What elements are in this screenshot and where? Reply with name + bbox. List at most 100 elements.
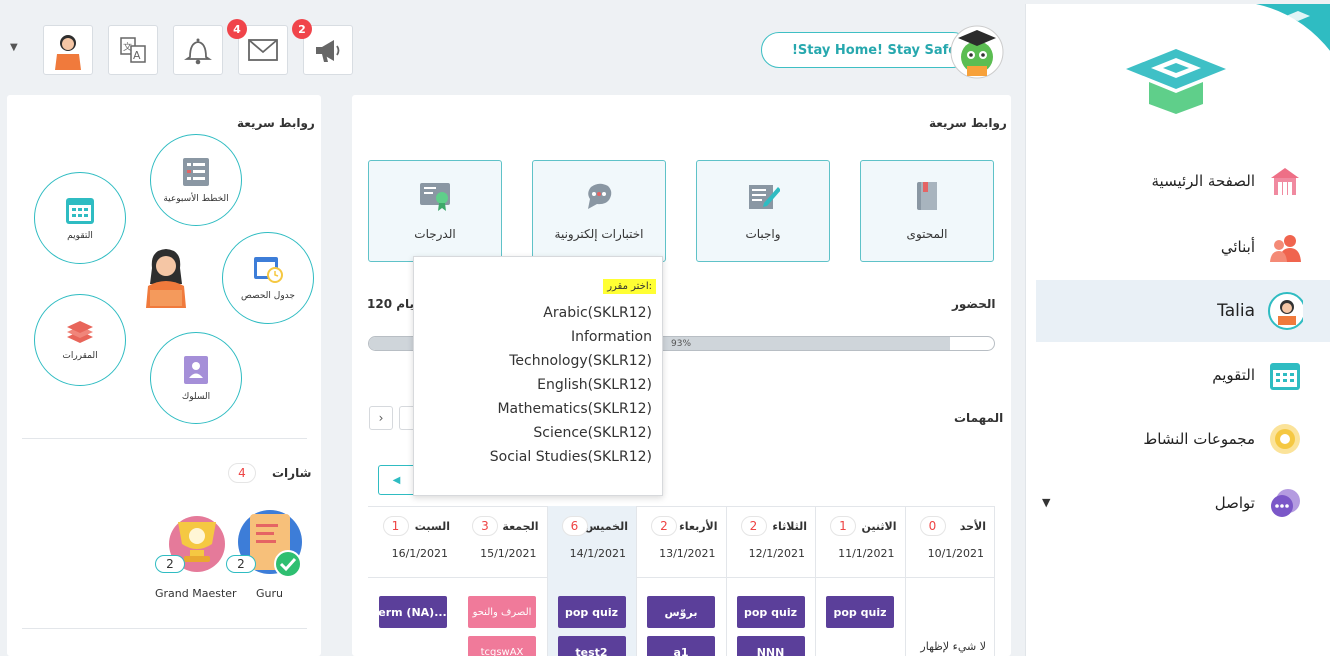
- dropdown-option[interactable]: Science(SKLR12): [533, 425, 652, 441]
- circle-behavior[interactable]: السلوك: [150, 332, 242, 424]
- megaphone-icon: [316, 40, 340, 62]
- circle-weekly-plans[interactable]: الخطط الأسبوعية: [150, 134, 242, 226]
- day-date: 14/1/2021: [569, 547, 626, 560]
- stay-home-banner: !Stay Home! Stay Safe: [761, 32, 971, 68]
- circle-label: المقررات: [62, 351, 98, 361]
- user-avatar-icon: [55, 35, 81, 70]
- day-column: الجمعة 3 15/1/2021 الصرف والنحو tcgswAX: [458, 506, 548, 656]
- notifications-button[interactable]: [173, 25, 223, 75]
- children-icon: [1267, 229, 1303, 265]
- next-week-button[interactable]: ›: [369, 406, 393, 430]
- sidebar-item-activity-groups[interactable]: مجموعات النشاط: [1036, 408, 1330, 470]
- calendar-icon: [66, 198, 94, 224]
- left-quick-links-title: روابط سريعة: [237, 116, 315, 130]
- left-divider: [22, 628, 307, 629]
- dropdown-option[interactable]: Arabic(SKLR12): [543, 305, 652, 321]
- task-chip[interactable]: NNN: [736, 636, 805, 656]
- day-column: الخميس 6 14/1/2021 pop quiz test2: [547, 506, 637, 656]
- dropdown-option[interactable]: Social Studies(SKLR12): [490, 449, 652, 465]
- mascot-avatar: [944, 22, 1006, 79]
- chevron-right-icon: ›: [378, 411, 384, 425]
- sidebar-item-label: أبنائي: [1220, 238, 1255, 256]
- tile-homework[interactable]: واجبات: [696, 160, 830, 262]
- day-column: السبت 1 16/1/2021 erm (NA)...: [369, 506, 459, 656]
- task-chip[interactable]: tcgswAX: [468, 636, 536, 656]
- caret-left-icon: ◀: [392, 474, 401, 486]
- circle-timetable[interactable]: جدول الحصص: [222, 232, 314, 324]
- sidebar-item-home[interactable]: الصفحة الرئيسية: [1036, 150, 1330, 212]
- activity-target-icon: [1267, 421, 1303, 457]
- quick-links-title: روابط سريعة: [929, 116, 1007, 130]
- task-chip[interactable]: erm (NA)...: [378, 596, 447, 628]
- tile-e-exams[interactable]: اختبارات إلكترونية: [532, 160, 666, 262]
- attendance-percent: 93%: [671, 339, 692, 349]
- task-chip[interactable]: a1: [647, 636, 715, 656]
- book-icon: [917, 182, 937, 210]
- sidebar-item-calendar[interactable]: التقويم: [1036, 344, 1330, 406]
- task-chip[interactable]: pop quiz: [557, 596, 626, 628]
- day-date: 15/1/2021: [480, 547, 537, 560]
- day-name: الجمعة: [502, 520, 539, 533]
- left-divider: [22, 438, 307, 439]
- day-name: الأحد: [959, 520, 986, 533]
- day-column: الثلاثاء 2 12/1/2021 pop quiz NNN: [727, 506, 816, 656]
- task-chip[interactable]: الصرف والنحو: [468, 596, 536, 628]
- tile-label: الدرجات: [414, 227, 456, 241]
- circle-courses[interactable]: المقررات: [34, 294, 126, 386]
- day-name: الثلاثاء: [772, 520, 807, 533]
- day-task-count: 3: [472, 516, 498, 536]
- badge-name: Guru: [256, 587, 283, 600]
- svg-text:文: 文: [123, 41, 132, 53]
- certificate-icon: [420, 183, 450, 211]
- tile-label: اختبارات إلكترونية: [554, 227, 644, 241]
- tasks-label: المهمات: [954, 411, 1004, 425]
- day-column: الأحد 0 10/1/2021 لا شيء لإظهار: [906, 506, 995, 656]
- day-name: الخميس: [584, 520, 628, 533]
- dropdown-option[interactable]: Mathematics(SKLR12): [497, 401, 652, 417]
- day-date: 11/1/2021: [838, 547, 895, 560]
- calendar-view-toggle[interactable]: ◀: [378, 465, 414, 495]
- badges-count: 4: [228, 463, 256, 483]
- task-chip[interactable]: pop quiz: [736, 596, 805, 628]
- dropdown-option[interactable]: English(SKLR12): [537, 377, 652, 393]
- day-date: 12/1/2021: [748, 547, 805, 560]
- task-chip[interactable]: test2: [557, 636, 626, 656]
- svg-text:A: A: [133, 49, 141, 62]
- tile-grades[interactable]: الدرجات: [368, 160, 502, 262]
- calendar-icon: [1267, 357, 1303, 393]
- day-task-count: 2: [740, 516, 767, 536]
- circle-label: جدول الحصص: [241, 291, 295, 301]
- corner-ribbon-icon: [1256, 4, 1330, 51]
- course-dropdown: اختر مقرر: Arabic(SKLR12) Information Tech…: [413, 256, 663, 496]
- sidebar-item-communication[interactable]: تواصل: [1036, 472, 1330, 534]
- day-task-count: 1: [382, 516, 409, 536]
- chevron-down-icon[interactable]: ▼: [10, 42, 18, 53]
- sidebar: الصفحة الرئيسية أبنائي Talia التقويم مجم…: [1025, 4, 1330, 656]
- sidebar-item-label: تواصل: [1214, 494, 1255, 512]
- tile-content[interactable]: المحتوى: [860, 160, 994, 262]
- announcements-count-badge: 2: [292, 19, 312, 39]
- language-button[interactable]: A文: [108, 25, 158, 75]
- sidebar-item-talia[interactable]: Talia: [1036, 280, 1330, 342]
- task-chip[interactable]: pop quiz: [826, 596, 894, 628]
- tile-label: واجبات: [745, 227, 781, 241]
- student-avatar-icon: [1267, 292, 1303, 330]
- attendance-days: 120 أيام: [367, 297, 419, 311]
- chat-icon: [1267, 485, 1303, 521]
- tile-label: المحتوى: [906, 227, 948, 241]
- sidebar-item-label: الصفحة الرئيسية: [1151, 172, 1256, 190]
- dropdown-option[interactable]: Information: [571, 329, 652, 345]
- circle-calendar[interactable]: التقويم: [34, 172, 126, 264]
- profile-button[interactable]: [43, 25, 93, 75]
- circle-label: السلوك: [181, 392, 211, 402]
- graduate-mascot-icon: [950, 25, 1004, 79]
- task-chip[interactable]: بروّس: [647, 596, 715, 628]
- chevron-down-icon[interactable]: ▼: [1042, 496, 1050, 509]
- sidebar-item-label: Talia: [1217, 301, 1255, 321]
- dropdown-title: اختر مقرر:: [603, 279, 656, 294]
- sidebar-item-label: التقويم: [1212, 366, 1255, 384]
- sidebar-item-children[interactable]: أبنائي: [1036, 216, 1330, 278]
- badge-name: Grand Maester: [155, 587, 237, 600]
- dropdown-option[interactable]: Technology(SKLR12): [509, 353, 652, 369]
- envelope-icon: [248, 39, 278, 61]
